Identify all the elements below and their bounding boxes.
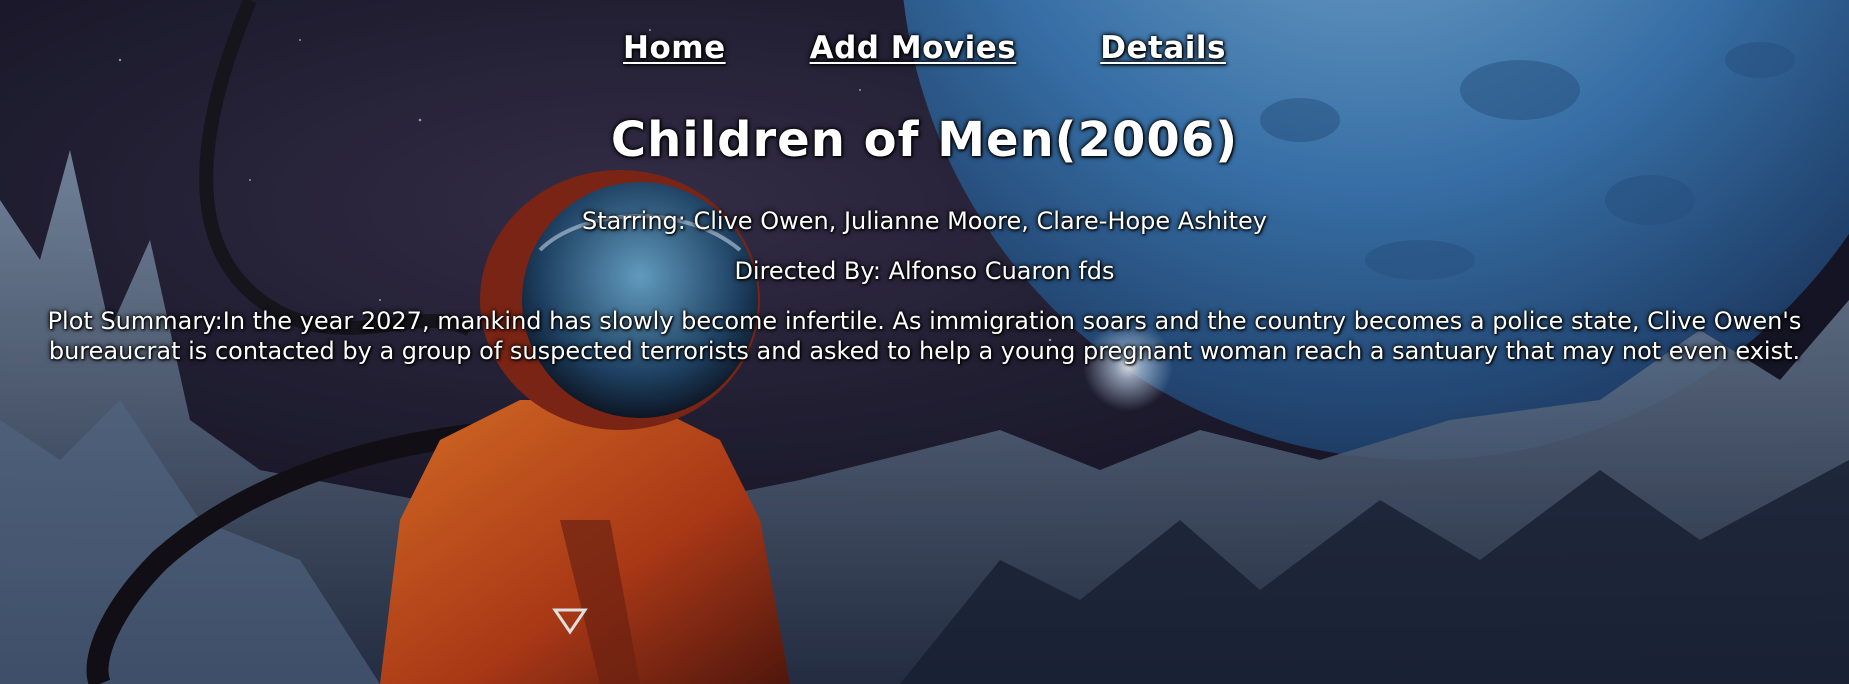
movie-director: Directed By: Alfonso Cuaron fds [734, 257, 1115, 285]
nav-link-details[interactable]: Details [1100, 30, 1226, 76]
movie-plot-summary: Plot Summary:In the year 2027, mankind h… [47, 307, 1802, 365]
movie-starring: Starring: Clive Owen, Julianne Moore, Cl… [582, 207, 1267, 235]
page-content: Home Add Movies Details Children of Men(… [0, 0, 1849, 366]
movie-title: Children of Men(2006) [610, 112, 1239, 168]
top-navigation: Home Add Movies Details [0, 0, 1849, 76]
nav-link-home[interactable]: Home [623, 30, 726, 76]
nav-link-add-movies[interactable]: Add Movies [810, 30, 1017, 76]
